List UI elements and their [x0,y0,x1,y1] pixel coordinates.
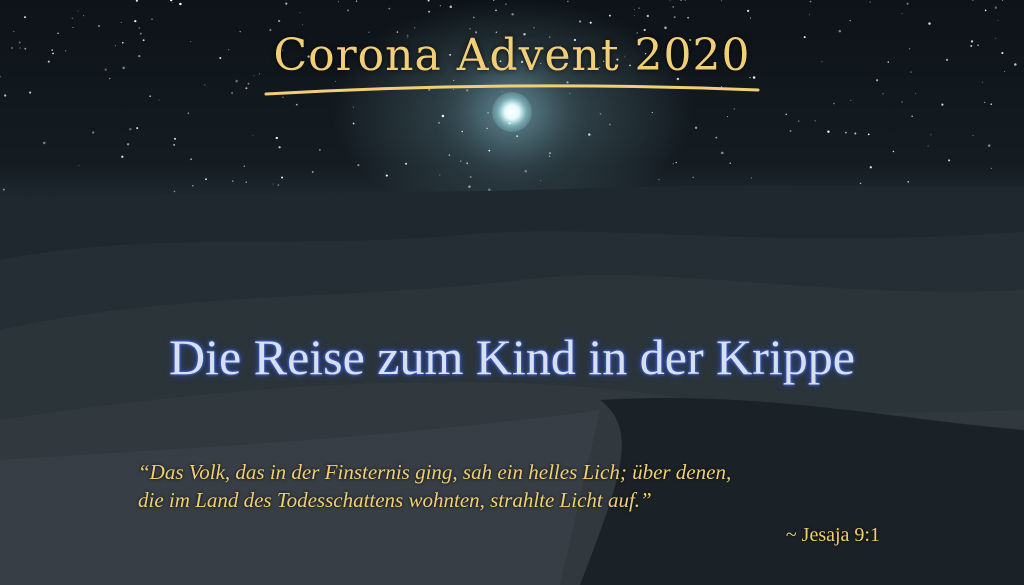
bible-quote: “Das Volk, das in der Finsternis ging, s… [138,458,898,514]
page-title: Corona Advent 2020 [273,30,751,81]
title-underline [264,84,760,96]
subtitle: Die Reise zum Kind in der Krippe [169,329,855,385]
quote-line-2: die im Land des Todesschattens wohnten, … [138,488,652,512]
quote-line-1: “Das Volk, das in der Finsternis ging, s… [138,460,732,484]
advent-banner: Corona Advent 2020 Die Reise zum Kind in… [0,0,1024,585]
quote-attribution: ~ Jesaja 9:1 [785,524,880,546]
